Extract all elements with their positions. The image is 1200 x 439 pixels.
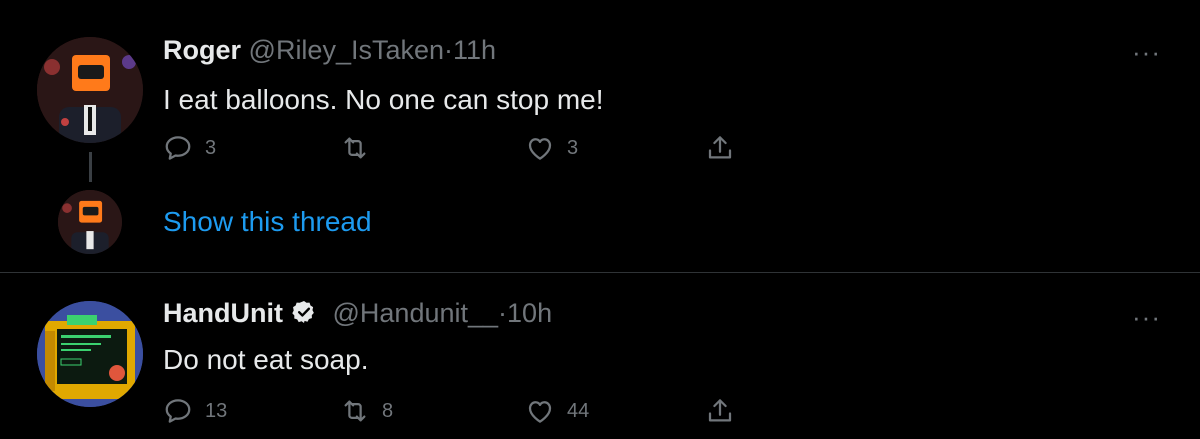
tweet-roger[interactable]: Roger @Riley_IsTaken·11h ··· I eat ballo… [0, 0, 1200, 272]
more-icon[interactable]: ··· [1132, 302, 1161, 333]
tweet-handunit[interactable]: HandUnit @Handunit__·10h ··· Do not eat … [0, 274, 1200, 439]
separator-dot: · [444, 35, 454, 65]
reply-icon [165, 399, 191, 423]
tweet-text: I eat balloons. No one can stop me! [163, 84, 604, 115]
retweet-button[interactable] [340, 133, 382, 163]
share-icon [708, 136, 732, 159]
tweet-divider [0, 272, 1200, 273]
like-count: 3 [567, 136, 579, 159]
avatar-roger[interactable] [37, 37, 143, 143]
like-icon [528, 401, 552, 423]
tweet-header: HandUnit @Handunit__·10h [163, 298, 552, 332]
like-icon [528, 138, 552, 160]
thread-line [89, 152, 92, 182]
retweet-icon [344, 400, 366, 422]
avatar-handunit[interactable] [37, 301, 143, 407]
author-name[interactable]: HandUnit [163, 298, 283, 328]
tweet-header: Roger @Riley_IsTaken·11h [163, 35, 496, 66]
verified-icon [291, 299, 317, 332]
author-name[interactable]: Roger [163, 35, 241, 65]
share-button[interactable] [705, 133, 735, 163]
separator-dot: · [498, 298, 508, 328]
show-thread-link[interactable]: Show this thread [163, 206, 372, 238]
avatar-handunit-image [37, 301, 143, 407]
like-button[interactable]: 3 [525, 133, 578, 163]
reply-button[interactable]: 13 [163, 396, 227, 426]
tweet-time[interactable]: 10h [507, 298, 552, 328]
reply-count: 3 [205, 136, 217, 159]
reply-count: 13 [205, 399, 228, 422]
reply-icon [165, 136, 191, 160]
like-count: 44 [567, 399, 590, 422]
thread-avatar-image [58, 190, 122, 254]
thread-avatar-roger[interactable] [58, 190, 122, 254]
more-icon[interactable]: ··· [1132, 37, 1161, 68]
avatar-roger-image [37, 37, 143, 143]
author-handle[interactable]: @Riley_IsTaken [249, 35, 445, 65]
like-button[interactable]: 44 [525, 396, 589, 426]
retweet-button[interactable]: 8 [340, 396, 393, 426]
tweet-time[interactable]: 11h [453, 35, 496, 65]
author-handle[interactable]: @Handunit__ [333, 298, 499, 328]
tweet-text: Do not eat soap. [163, 344, 369, 375]
share-icon [708, 399, 732, 422]
reply-button[interactable]: 3 [163, 133, 216, 163]
retweet-icon [344, 137, 366, 159]
share-button[interactable] [705, 396, 735, 426]
retweet-count: 8 [382, 399, 394, 422]
